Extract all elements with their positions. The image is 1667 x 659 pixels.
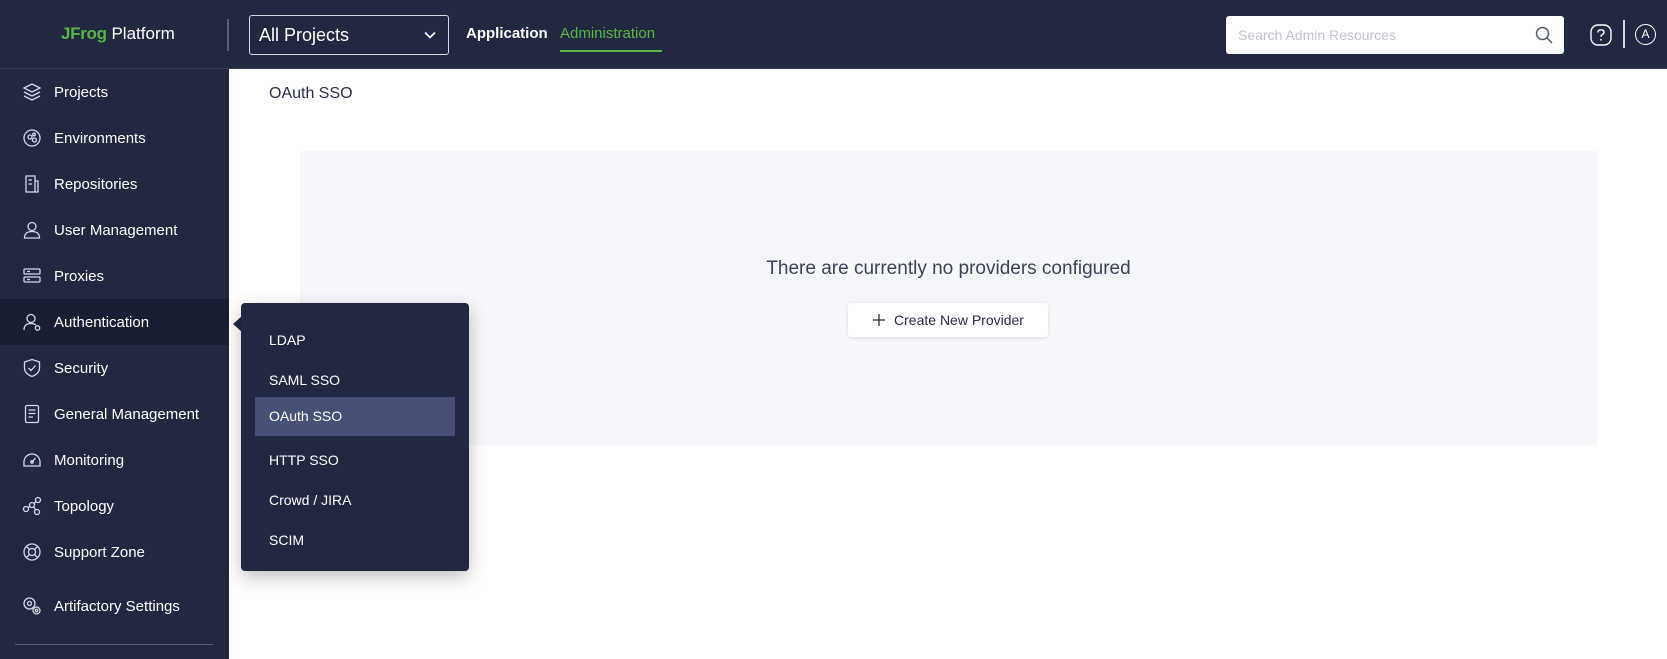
menu-item-http-sso[interactable]: HTTP SSO	[255, 441, 455, 480]
sidebar-item-label: General Management	[54, 405, 200, 423]
search-icon[interactable]	[1534, 25, 1554, 45]
sidebar-item-label: Authentication	[54, 313, 150, 331]
projects-icon	[22, 83, 42, 101]
sidebar-item-projects[interactable]: Projects	[0, 69, 229, 115]
sidebar-item-topology[interactable]: Topology	[0, 483, 229, 529]
logo-brand: JFrog	[61, 24, 107, 43]
sidebar-item-label: Artifactory Settings	[54, 597, 180, 615]
user-icon	[23, 221, 41, 239]
sidebar-item-label: Support Zone	[54, 543, 145, 561]
logo-product: Platform	[111, 24, 175, 43]
menu-item-ldap[interactable]: LDAP	[255, 321, 455, 360]
search-input[interactable]	[1226, 16, 1526, 54]
sidebar-divider	[15, 644, 213, 645]
nav-active-underline	[560, 50, 662, 52]
nav-administration[interactable]: Administration	[560, 25, 655, 42]
sidebar-item-label: Projects	[54, 83, 109, 101]
sidebar-item-label: Environments	[54, 129, 146, 147]
top-bar: JFrog Platform All Projects Application …	[0, 0, 1667, 69]
menu-item-scim[interactable]: SCIM	[255, 521, 455, 560]
empty-state-panel: There are currently no providers configu…	[300, 151, 1597, 445]
plus-icon	[873, 314, 886, 326]
header-divider	[227, 19, 229, 51]
sidebar-item-environments[interactable]: Environments	[0, 115, 229, 161]
menu-item-crowd-jira[interactable]: Crowd / JIRA	[255, 481, 455, 520]
nav-application[interactable]: Application	[466, 25, 548, 42]
shield-icon	[23, 358, 41, 378]
sidebar-item-user-management[interactable]: User Management	[0, 207, 229, 253]
sidebar-item-artifactory-settings[interactable]: Artifactory Settings	[0, 583, 229, 629]
settings-icon	[23, 597, 41, 615]
sidebar-item-label: Monitoring	[54, 451, 125, 469]
sidebar-item-repositories[interactable]: Repositories	[0, 161, 229, 207]
document-icon	[24, 404, 40, 424]
sidebar-item-label: Topology	[54, 497, 115, 515]
sidebar-item-monitoring[interactable]: Monitoring	[0, 437, 229, 483]
help-icon[interactable]	[1590, 24, 1612, 46]
environments-icon	[23, 129, 41, 147]
admin-search	[1226, 16, 1564, 54]
sidebar-item-support-zone[interactable]: Support Zone	[0, 529, 229, 575]
authentication-flyout-menu: LDAP SAML SSO OAuth SSO HTTP SSO Crowd /…	[241, 303, 469, 571]
authentication-icon	[23, 313, 41, 331]
sidebar-item-label: Proxies	[54, 267, 105, 285]
repositories-icon	[25, 175, 39, 193]
menu-item-saml-sso[interactable]: SAML SSO	[255, 361, 455, 400]
sidebar-item-proxies[interactable]: Proxies	[0, 253, 229, 299]
menu-item-oauth-sso[interactable]: OAuth SSO	[255, 397, 455, 436]
lifebuoy-icon	[23, 543, 41, 561]
avatar[interactable]: A	[1635, 24, 1656, 45]
page-title: OAuth SSO	[269, 85, 353, 102]
topology-icon	[22, 496, 42, 516]
sidebar-item-label: User Management	[54, 221, 178, 239]
chevron-down-icon	[424, 31, 436, 39]
sidebar-item-label: Repositories	[54, 175, 138, 193]
monitoring-icon	[23, 453, 41, 467]
sidebar-item-authentication[interactable]: Authentication	[0, 299, 229, 345]
proxies-icon	[23, 268, 41, 283]
empty-state-message: There are currently no providers configu…	[766, 258, 1131, 279]
sidebar-item-security[interactable]: Security	[0, 345, 229, 391]
sidebar: Projects Environments Repositories User …	[0, 69, 229, 659]
header-separator	[1623, 20, 1625, 48]
sidebar-item-general-management[interactable]: General Management	[0, 391, 229, 437]
sidebar-item-label: Security	[54, 359, 109, 377]
jfrog-logo[interactable]: JFrog Platform	[61, 24, 175, 44]
create-new-provider-button[interactable]: Create New Provider	[848, 303, 1048, 337]
create-button-label: Create New Provider	[894, 312, 1024, 328]
project-select[interactable]: All Projects	[249, 15, 449, 55]
project-select-value: All Projects	[259, 25, 350, 45]
